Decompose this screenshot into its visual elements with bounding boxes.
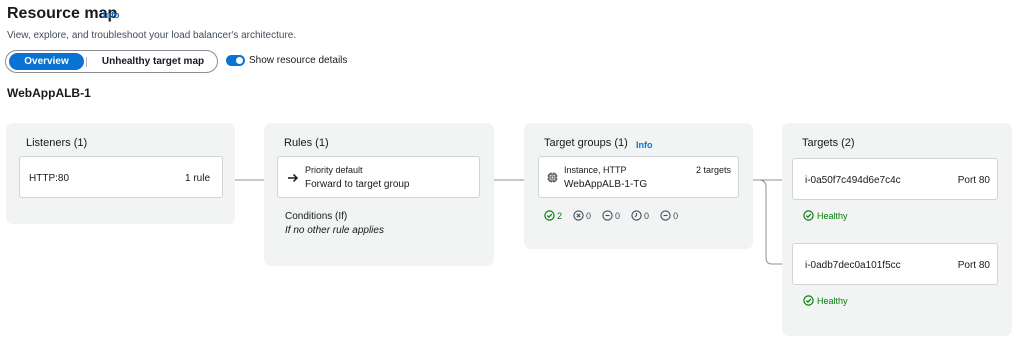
- target-port: Port 80: [957, 175, 990, 186]
- healthy-count-value: 2: [557, 210, 563, 221]
- targets-panel: Targets (2) i-0a50f7c494d6e7c4c Port 80 …: [782, 123, 1012, 336]
- target-groups-panel: Target groups (1) Info Instance, HTTP We…: [524, 123, 753, 249]
- listener-rule-count: 1 rule: [184, 173, 210, 184]
- unavailable-count-value: 0: [673, 210, 679, 221]
- target-group-card[interactable]: Instance, HTTP WebAppALB-1-TG 2 targets: [538, 156, 739, 198]
- rule-card[interactable]: Priority default Forward to target group: [277, 156, 480, 198]
- check-circle-icon: [544, 210, 555, 221]
- draining-count-value: 0: [644, 210, 650, 221]
- target-card-1[interactable]: i-0a50f7c494d6e7c4c Port 80: [792, 158, 998, 200]
- target-health-label: Healthy: [817, 210, 848, 221]
- x-circle-icon: [573, 210, 584, 221]
- listeners-panel: Listeners (1) HTTP:80 1 rule: [6, 123, 235, 224]
- target-health-label: Healthy: [817, 295, 848, 306]
- healthy-count: 2: [544, 210, 562, 221]
- rules-title: Rules (1): [284, 137, 329, 149]
- check-circle-icon: [803, 210, 814, 221]
- minus-circle-icon: [602, 210, 613, 221]
- target-group-name: WebAppALB-1-TG: [564, 179, 648, 190]
- listeners-title: Listeners (1): [26, 137, 88, 149]
- target-port: Port 80: [957, 260, 990, 271]
- target-id: i-0adb7dec0a101f5cc: [805, 260, 901, 271]
- arrow-right-icon: [287, 172, 299, 184]
- target-groups-info-link[interactable]: Info: [636, 140, 653, 150]
- clock-circle-icon: [631, 210, 642, 221]
- target-groups-title: Target groups (1): [544, 137, 628, 149]
- target-health-summary: 2 0 0 0 0: [544, 210, 678, 221]
- instance-chip-icon: [547, 172, 558, 183]
- check-circle-icon: [803, 295, 814, 306]
- unavailable-count: 0: [660, 210, 678, 221]
- conditions-value: If no other rule applies: [285, 225, 384, 236]
- minus-circle-icon: [660, 210, 671, 221]
- targets-title: Targets (2): [802, 137, 855, 149]
- listener-name: HTTP:80: [29, 173, 70, 184]
- unhealthy-count-value: 0: [586, 210, 592, 221]
- unused-count: 0: [602, 210, 620, 221]
- unhealthy-count: 0: [573, 210, 591, 221]
- target-group-count: 2 targets: [695, 165, 731, 175]
- target-id: i-0a50f7c494d6e7c4c: [805, 175, 901, 186]
- target-card-2[interactable]: i-0adb7dec0a101f5cc Port 80: [792, 243, 998, 285]
- listener-card[interactable]: HTTP:80 1 rule: [19, 156, 223, 198]
- draining-count: 0: [631, 210, 649, 221]
- unused-count-value: 0: [615, 210, 621, 221]
- target-group-type: Instance, HTTP: [564, 165, 627, 175]
- conditions-label: Conditions (If): [285, 211, 348, 222]
- target-2-health: Healthy: [803, 295, 848, 306]
- rules-panel: Rules (1) Priority default Forward to ta…: [264, 123, 494, 266]
- rule-action: Forward to target group: [305, 179, 410, 190]
- rule-priority: Priority default: [305, 165, 363, 175]
- target-1-health: Healthy: [803, 210, 848, 221]
